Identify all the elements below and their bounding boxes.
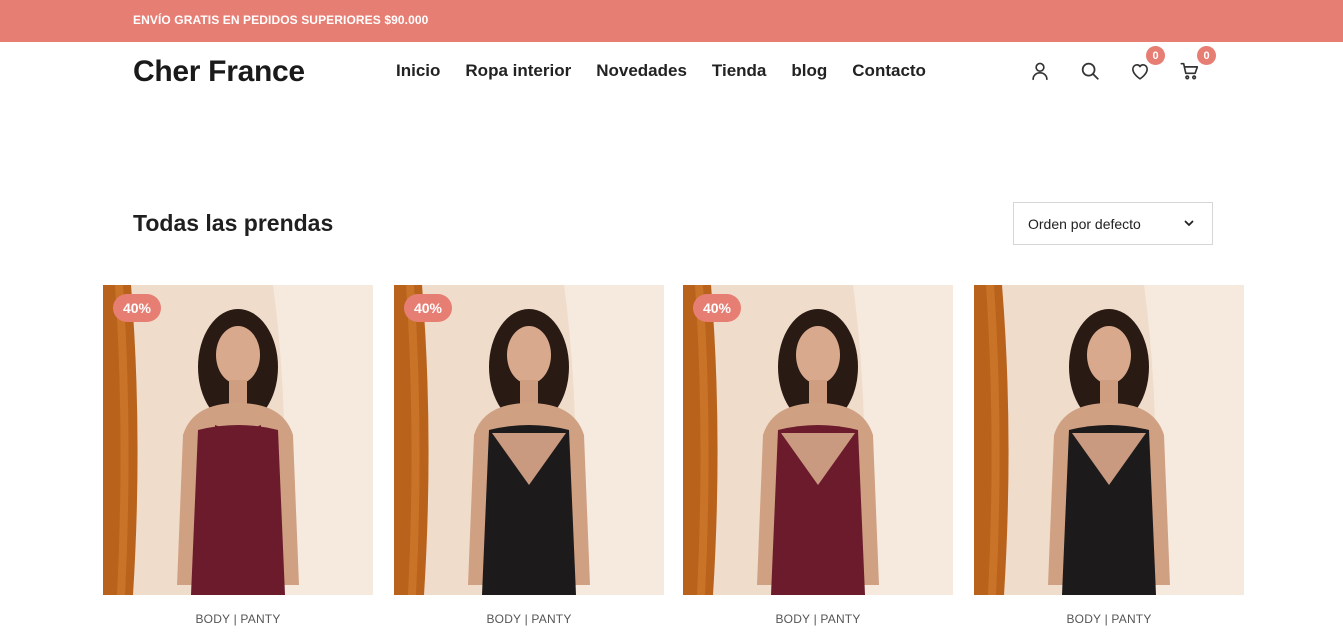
product-category[interactable]: BODY | PANTY [683,612,953,626]
product-image[interactable] [394,285,664,595]
nav-item-novedades[interactable]: Novedades [596,61,687,81]
product-card[interactable]: 40% BODY | PANTY [394,285,664,637]
sale-badge: 40% [113,294,161,322]
cart-icon [1180,62,1199,80]
product-card[interactable]: BODY | PANTY [974,285,1244,637]
nav-item-blog[interactable]: blog [791,61,827,81]
search-icon [1081,62,1099,80]
nav-item-inicio[interactable]: Inicio [396,61,440,81]
sort-select[interactable]: Orden por defecto [1013,202,1213,245]
product-image[interactable] [103,285,373,595]
cart-count-badge: 0 [1197,46,1216,65]
account-button[interactable] [1025,56,1055,86]
sort-select-value: Orden por defecto [1028,215,1141,232]
product-image[interactable] [683,285,953,595]
nav-item-contacto[interactable]: Contacto [852,61,926,81]
main-nav: Inicio Ropa interior Novedades Tienda bl… [396,61,926,81]
product-card[interactable]: 40% BODY | PANTY [103,285,373,637]
user-icon [1032,62,1048,81]
section-title: Todas las prendas [133,210,334,236]
announcement-bar: ENVÍO GRATIS EN PEDIDOS SUPERIORES $90.0… [0,0,1343,42]
heart-icon [1132,64,1148,80]
chevron-down-icon [1184,220,1194,226]
nav-item-tienda[interactable]: Tienda [712,61,766,81]
announcement-text: ENVÍO GRATIS EN PEDIDOS SUPERIORES $90.0… [133,13,429,27]
product-card[interactable]: 40% BODY | PANTY [683,285,953,637]
sale-badge: 40% [693,294,741,322]
sale-badge: 40% [404,294,452,322]
search-button[interactable] [1075,56,1105,86]
nav-item-ropa-interior[interactable]: Ropa interior [465,61,571,81]
product-category[interactable]: BODY | PANTY [974,612,1244,626]
product-category[interactable]: BODY | PANTY [103,612,373,626]
product-category[interactable]: BODY | PANTY [394,612,664,626]
brand-logo[interactable]: Cher France [133,55,305,89]
wishlist-count-badge: 0 [1146,46,1165,65]
product-image[interactable] [974,285,1244,595]
